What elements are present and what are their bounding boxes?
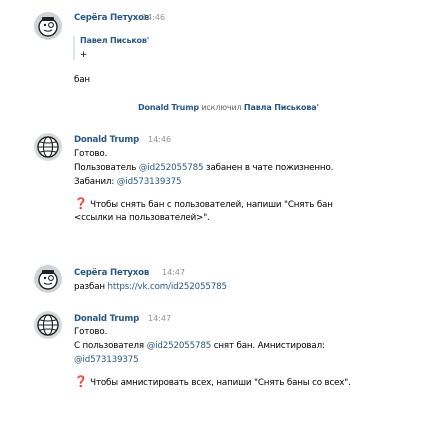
question-icon: ❓ <box>74 375 88 388</box>
text-fragment: Забанил: <box>74 177 117 187</box>
text-fragment: забанен в чате пожизненно. <box>203 163 334 173</box>
hint-line: ❓ Чтобы амнистировать всех, напиши "Снят… <box>74 375 351 390</box>
text-fragment: С пользователя <box>74 341 147 351</box>
user-mention-link[interactable]: @id252055785 <box>139 163 204 173</box>
monocle-face-icon <box>34 12 62 40</box>
profile-link[interactable]: https://vk.com/id252055785 <box>108 282 227 292</box>
reply-quote-bar <box>73 36 75 60</box>
reply-author[interactable]: Павел Письков' <box>80 34 149 48</box>
text-fragment: разбан <box>74 282 108 292</box>
message-time[interactable]: 14:47 <box>162 266 185 280</box>
avatar-trump[interactable] <box>34 133 62 161</box>
message-time[interactable]: 14:46 <box>148 133 171 147</box>
monocle-face-icon <box>34 265 62 293</box>
text-fragment: Пользователь <box>74 163 139 173</box>
hint-text: <ссылки на пользователей>". <box>74 213 210 223</box>
message-time[interactable]: 14:47 <box>148 312 171 326</box>
globe-face-icon <box>34 311 62 339</box>
message-author[interactable]: Donald Trump <box>74 312 139 326</box>
hint-line: ❓ Чтобы снять бан с пользователей, напиш… <box>74 197 333 212</box>
service-action: исключил <box>201 103 242 112</box>
service-target[interactable]: Павла Писькова' <box>244 103 319 112</box>
question-icon: ❓ <box>74 197 88 210</box>
message-line: разбан https://vk.com/id252055785 <box>74 280 227 294</box>
message-line: Готово. <box>74 149 108 159</box>
globe-face-icon <box>34 133 62 161</box>
message-line: @id573139375 <box>74 353 139 367</box>
message-author[interactable]: Donald Trump <box>74 133 139 147</box>
message-text: бан <box>74 75 90 85</box>
message-time[interactable]: 14:46 <box>142 11 165 25</box>
hint-text: Чтобы амнистировать всех, напиши "Снять … <box>90 378 351 388</box>
message-line: Готово. <box>74 327 108 337</box>
message-line: Забанил: @id573139375 <box>74 175 182 189</box>
message-line: С пользователя @id252055785 снят бан. Ам… <box>74 339 325 353</box>
reply-text: + <box>80 50 88 60</box>
user-mention-link[interactable]: @id252055785 <box>147 341 212 351</box>
message-author[interactable]: Серёга Петухов <box>74 11 149 25</box>
user-mention-link[interactable]: @id573139375 <box>74 355 139 365</box>
message-author[interactable]: Серёга Петухов <box>74 266 149 280</box>
text-fragment: снят бан. Амнистировал: <box>211 341 325 351</box>
user-mention-link[interactable]: @id573139375 <box>117 177 182 187</box>
service-message: Donald Trump исключил Павла Писькова' <box>138 101 319 115</box>
avatar-serega[interactable] <box>34 12 62 40</box>
avatar-serega[interactable] <box>34 265 62 293</box>
avatar-trump[interactable] <box>34 311 62 339</box>
message-line: Пользователь @id252055785 забанен в чате… <box>74 161 333 175</box>
hint-text: Чтобы снять бан с пользователей, напиши … <box>90 200 333 210</box>
service-actor[interactable]: Donald Trump <box>138 103 199 112</box>
